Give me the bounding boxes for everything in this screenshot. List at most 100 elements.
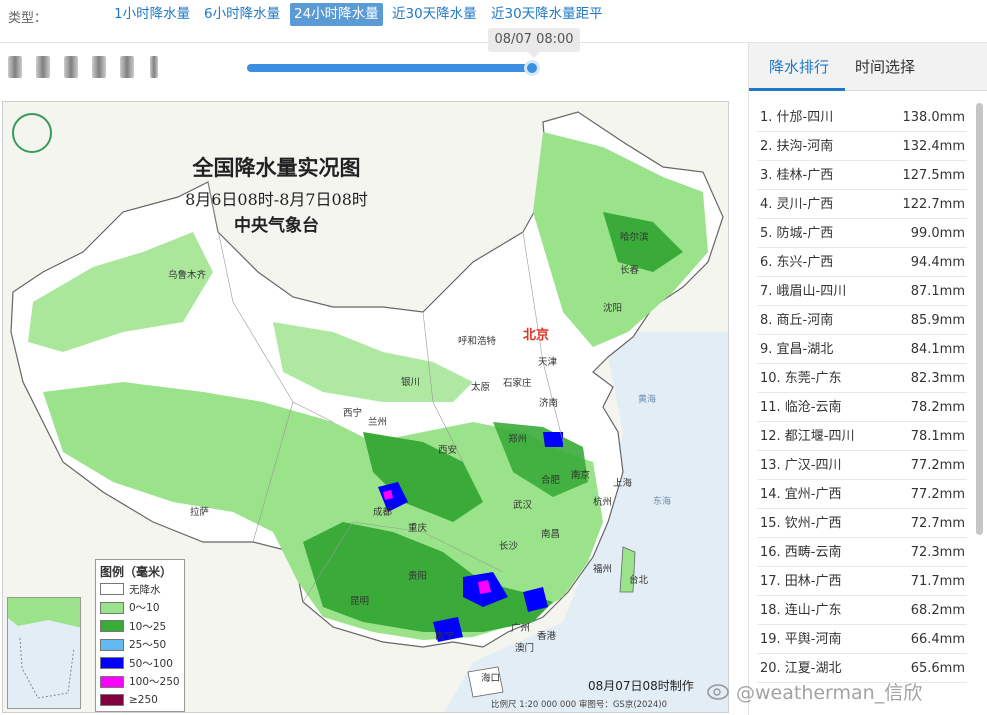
city-label: 武汉	[513, 500, 533, 511]
ranking-row[interactable]: 14. 宜州-广西 77.2mm	[757, 480, 967, 509]
tab-24h-precip[interactable]: 24小时降水量	[290, 3, 383, 26]
ranking-row[interactable]: 10. 东莞-广东 82.3mm	[757, 364, 967, 393]
legend-item: 0～10	[96, 599, 184, 618]
legend-item: 25～50	[96, 636, 184, 655]
map-title: 全国降水量实况图	[192, 155, 361, 180]
play-control-icon[interactable]	[8, 56, 22, 78]
ranking-row[interactable]: 9. 宜昌-湖北 84.1mm	[757, 335, 967, 364]
legend-swatch	[100, 694, 124, 707]
city-label: 石家庄	[503, 378, 532, 389]
city-label: 拉萨	[190, 507, 210, 518]
precip-map: 全国降水量实况图 8月6日08时-8月7日08时 中央气象台 北京 乌鲁木齐 哈…	[2, 101, 729, 713]
city-label: 海口	[481, 673, 501, 684]
play-control-icon[interactable]	[36, 56, 50, 78]
city-label: 台北	[629, 575, 649, 586]
city-label: 太原	[471, 382, 491, 393]
ranking-place: 8. 商丘-河南	[760, 313, 834, 328]
ranking-place: 6. 东兴-广西	[760, 255, 834, 270]
city-label: 合肥	[541, 475, 561, 486]
city-label: 上海	[613, 478, 633, 489]
sea-label: 东海	[653, 497, 672, 507]
city-label: 长沙	[499, 541, 519, 552]
legend-item: ≥250	[96, 691, 184, 710]
time-slider-handle[interactable]	[524, 60, 541, 76]
tab-30d-anomaly[interactable]: 近30天降水量距平	[487, 3, 607, 26]
ranking-row[interactable]: 8. 商丘-河南 85.9mm	[757, 306, 967, 335]
tab-1h-precip[interactable]: 1小时降水量	[110, 3, 194, 26]
ranking-place: 16. 西畴-云南	[760, 545, 842, 560]
ranking-place: 19. 平舆-河南	[760, 632, 842, 647]
legend-item: 50～100	[96, 654, 184, 673]
ranking-row[interactable]: 1. 什邡-四川 138.0mm	[757, 103, 967, 132]
tab-6h-precip[interactable]: 6小时降水量	[200, 3, 284, 26]
ranking-row[interactable]: 5. 防城-广西 99.0mm	[757, 219, 967, 248]
legend-item: 100～250	[96, 673, 184, 692]
legend-swatch	[100, 657, 124, 670]
ranking-value: 78.2mm	[910, 400, 965, 415]
ranking-row[interactable]: 7. 峨眉山-四川 87.1mm	[757, 277, 967, 306]
type-label: 类型：	[8, 11, 48, 26]
ranking-row[interactable]: 6. 东兴-广西 94.4mm	[757, 248, 967, 277]
ranking-row[interactable]: 12. 都江堰-四川 78.1mm	[757, 422, 967, 451]
weibo-icon	[707, 684, 729, 700]
ranking-place: 15. 钦州-广西	[760, 516, 842, 531]
map-legend: 图例（毫米） 无降水 0～10 10～25 25～50 50～100 100～2…	[95, 559, 185, 712]
play-control-icon[interactable]	[92, 56, 106, 78]
ranking-row[interactable]: 11. 临沧-云南 78.2mm	[757, 393, 967, 422]
ranking-value: 78.1mm	[910, 429, 965, 444]
city-label: 广州	[511, 623, 531, 634]
sidebar-tabs: 降水排行 时间选择	[749, 43, 987, 91]
ranking-row[interactable]: 13. 广汉-四川 77.2mm	[757, 451, 967, 480]
ranking-value: 99.0mm	[910, 226, 965, 241]
city-label: 乌鲁木齐	[168, 270, 207, 281]
sea-label: 黄海	[638, 395, 657, 405]
legend-item: 10～25	[96, 617, 184, 636]
ranking-sidebar: 降水排行 时间选择 1. 什邡-四川 138.0mm 2. 扶沟-河南 132.4mm…	[748, 43, 987, 715]
city-label: 贵阳	[408, 571, 428, 582]
ranking-row[interactable]: 2. 扶沟-河南 132.4mm	[757, 132, 967, 161]
ranking-row[interactable]: 4. 灵川-广西 122.7mm	[757, 190, 967, 219]
legend-swatch	[100, 620, 124, 633]
tab-30d-precip[interactable]: 近30天降水量	[388, 3, 481, 26]
city-label: 重庆	[408, 523, 428, 534]
ranking-value: 72.7mm	[910, 516, 965, 531]
legend-swatch	[100, 638, 124, 651]
city-label: 南昌	[541, 529, 561, 540]
ranking-place: 10. 东莞-广东	[760, 371, 842, 386]
ranking-row[interactable]: 16. 西畴-云南 72.3mm	[757, 538, 967, 567]
ranking-row[interactable]: 3. 桂林-广西 127.5mm	[757, 161, 967, 190]
city-label: 长春	[620, 265, 640, 276]
city-capital: 北京	[523, 328, 550, 343]
play-control-icon[interactable]	[150, 56, 158, 78]
ranking-row[interactable]: 19. 平舆-河南 66.4mm	[757, 625, 967, 654]
ranking-place: 4. 灵川-广西	[760, 197, 834, 212]
city-label: 成都	[373, 507, 393, 518]
ranking-value: 84.1mm	[910, 342, 965, 357]
legend-title: 图例（毫米）	[100, 565, 173, 579]
tab-precip-ranking[interactable]: 降水排行	[769, 56, 829, 77]
ranking-value: 71.7mm	[910, 574, 965, 589]
city-label: 南京	[571, 470, 591, 481]
play-control-icon[interactable]	[120, 56, 134, 78]
legend-label: 100～250	[129, 676, 180, 689]
ranking-row[interactable]: 18. 连山-广东 68.2mm	[757, 596, 967, 625]
ranking-value: 138.0mm	[902, 110, 965, 125]
ranking-value: 87.1mm	[910, 284, 965, 299]
ranking-row[interactable]: 15. 钦州-广西 72.7mm	[757, 509, 967, 538]
play-control-icon[interactable]	[64, 56, 78, 78]
ranking-row[interactable]: 17. 田林-广西 71.7mm	[757, 567, 967, 596]
legend-label: ≥250	[129, 694, 158, 707]
legend-label: 10～25	[129, 620, 167, 633]
time-tooltip: 08/07 08:00	[488, 28, 580, 58]
ranking-place: 1. 什邡-四川	[760, 110, 834, 125]
ranking-place: 18. 连山-广东	[760, 603, 842, 618]
city-label: 呼和浩特	[458, 336, 497, 347]
tab-time-select[interactable]: 时间选择	[855, 56, 915, 77]
watermark: @weatherman_信欣	[736, 682, 923, 704]
city-label: 福州	[593, 564, 613, 575]
time-slider[interactable]	[247, 60, 541, 76]
city-label: 沈阳	[603, 303, 623, 314]
city-label: 澳门	[515, 643, 535, 654]
scrollbar[interactable]	[976, 103, 983, 535]
ranking-place: 3. 桂林-广西	[760, 168, 834, 183]
